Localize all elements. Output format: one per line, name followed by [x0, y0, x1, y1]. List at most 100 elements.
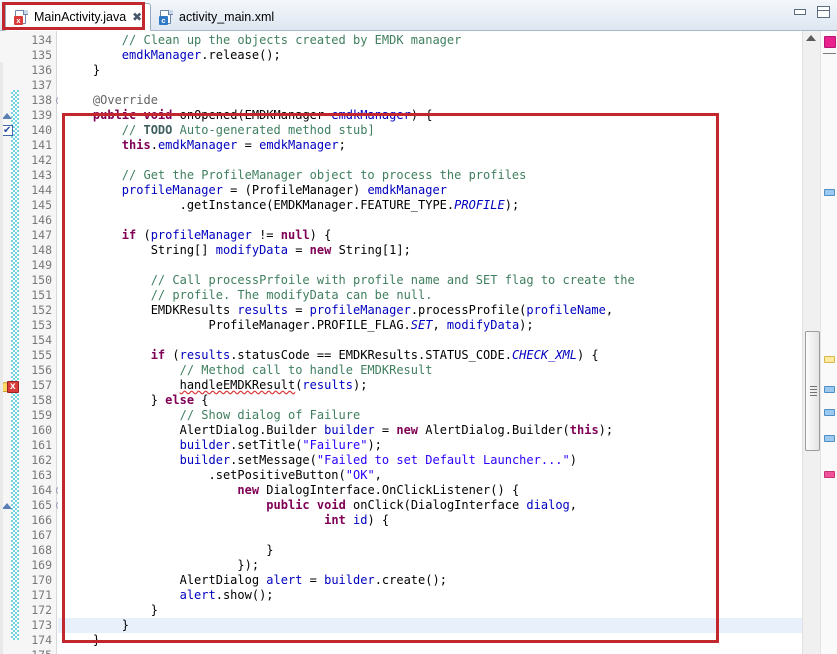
- scrollbar-grip-icon: [810, 386, 817, 396]
- line-number: 168: [0, 543, 56, 558]
- overview-marker-blue[interactable]: [824, 409, 835, 416]
- line-number: 135: [0, 48, 56, 63]
- xml-file-icon: c: [159, 9, 174, 25]
- code-line[interactable]: @Override: [58, 93, 802, 108]
- close-icon[interactable]: ✖: [132, 11, 142, 23]
- overview-marker-blue[interactable]: [824, 189, 835, 196]
- code-line[interactable]: // Get the ProfileManager object to proc…: [58, 168, 802, 183]
- overview-marker-pink[interactable]: [824, 471, 835, 478]
- line-number: 172: [0, 603, 56, 618]
- code-line[interactable]: [58, 528, 802, 543]
- line-number: 159: [0, 408, 56, 423]
- code-line[interactable]: // Show dialog of Failure: [58, 408, 802, 423]
- code-line[interactable]: }: [58, 618, 802, 633]
- code-line[interactable]: handleEMDKResult(results);: [58, 378, 802, 393]
- code-editor: 1341351361371381391401411421431441451461…: [0, 31, 837, 654]
- code-line[interactable]: [58, 78, 802, 93]
- code-line[interactable]: // TODO Auto-generated method stub]: [58, 123, 802, 138]
- code-line[interactable]: // profile. The modifyData can be null.: [58, 288, 802, 303]
- java-file-badge: x: [14, 16, 23, 25]
- code-line[interactable]: .setPositiveButton("OK",: [58, 468, 802, 483]
- line-number-ruler: 1341351361371381391401411421431441451461…: [0, 31, 56, 654]
- line-number: 171: [0, 588, 56, 603]
- code-line[interactable]: [58, 213, 802, 228]
- scrollbar-thumb[interactable]: [805, 331, 820, 451]
- line-number: 155: [0, 348, 56, 363]
- code-pane[interactable]: // Clean up the objects created by EMDK …: [58, 31, 802, 654]
- tab-label-mainactivity: MainActivity.java: [34, 10, 126, 24]
- code-line[interactable]: [58, 258, 802, 273]
- code-line[interactable]: builder.setMessage("Failed to set Defaul…: [58, 453, 802, 468]
- tab-activity-main-xml[interactable]: c activity_main.xml: [150, 3, 289, 31]
- code-line[interactable]: }: [58, 603, 802, 618]
- minimize-icon[interactable]: [793, 6, 808, 19]
- line-number: 156: [0, 363, 56, 378]
- code-line[interactable]: });: [58, 558, 802, 573]
- code-line[interactable]: new DialogInterface.OnClickListener() {: [58, 483, 802, 498]
- line-number: 162: [0, 453, 56, 468]
- line-number: 165: [0, 498, 56, 513]
- override-marker-icon: [2, 113, 12, 119]
- code-line[interactable]: this.emdkManager = emdkManager;: [58, 138, 802, 153]
- window-controls: [793, 6, 831, 19]
- line-number: 164: [0, 483, 56, 498]
- line-number: 161: [0, 438, 56, 453]
- code-line[interactable]: public void onOpened(EMDKManager emdkMan…: [58, 108, 802, 123]
- code-line[interactable]: String[] modifyData = new String[1];: [58, 243, 802, 258]
- line-number: 134: [0, 33, 56, 48]
- scroll-up-arrow-icon[interactable]: [806, 35, 816, 41]
- code-line[interactable]: AlertDialog alert = builder.create();: [58, 573, 802, 588]
- code-line[interactable]: ProfileManager.PROFILE_FLAG.SET, modifyD…: [58, 318, 802, 333]
- line-number: 148: [0, 243, 56, 258]
- code-line[interactable]: }: [58, 63, 802, 78]
- code-line[interactable]: // Clean up the objects created by EMDK …: [58, 33, 802, 48]
- tab-mainactivity-java[interactable]: x MainActivity.java ✖: [5, 3, 151, 31]
- line-number: 163: [0, 468, 56, 483]
- code-line[interactable]: [58, 648, 802, 654]
- line-number: 144: [0, 183, 56, 198]
- line-number: 174: [0, 633, 56, 648]
- code-line[interactable]: int id) {: [58, 513, 802, 528]
- line-number: 151: [0, 288, 56, 303]
- maximize-icon[interactable]: [816, 6, 831, 19]
- line-number: 145: [0, 198, 56, 213]
- code-line[interactable]: public void onClick(DialogInterface dial…: [58, 498, 802, 513]
- line-number: 154: [0, 333, 56, 348]
- code-line[interactable]: if (profileManager != null) {: [58, 228, 802, 243]
- code-line[interactable]: .getInstance(EMDKManager.FEATURE_TYPE.PR…: [58, 198, 802, 213]
- code-line[interactable]: emdkManager.release();: [58, 48, 802, 63]
- line-number: 175: [0, 648, 56, 654]
- line-number: 153: [0, 318, 56, 333]
- code-line[interactable]: builder.setTitle("Failure");: [58, 438, 802, 453]
- editor-gutter[interactable]: 1341351361371381391401411421431441451461…: [0, 31, 57, 654]
- code-line[interactable]: } else {: [58, 393, 802, 408]
- code-line[interactable]: // Call processPrfoile with profile name…: [58, 273, 802, 288]
- line-number: 167: [0, 528, 56, 543]
- line-number: 170: [0, 573, 56, 588]
- xml-file-badge: c: [159, 16, 168, 25]
- line-number: 160: [0, 423, 56, 438]
- line-number: 150: [0, 273, 56, 288]
- code-line[interactable]: [58, 153, 802, 168]
- code-line[interactable]: AlertDialog.Builder builder = new AlertD…: [58, 423, 802, 438]
- code-line[interactable]: }: [58, 543, 802, 558]
- overview-marker-blue[interactable]: [824, 386, 835, 393]
- overview-marker-yellow[interactable]: [824, 356, 835, 363]
- overview-ruler[interactable]: [820, 31, 837, 654]
- vertical-scrollbar[interactable]: [802, 31, 820, 654]
- code-line[interactable]: EMDKResults results = profileManager.pro…: [58, 303, 802, 318]
- code-line[interactable]: alert.show();: [58, 588, 802, 603]
- line-number: 158: [0, 393, 56, 408]
- code-line[interactable]: [58, 333, 802, 348]
- overview-marker-magenta[interactable]: [824, 36, 836, 48]
- overview-marker-blue[interactable]: [824, 435, 835, 442]
- code-line[interactable]: }: [58, 633, 802, 648]
- error-marker-icon[interactable]: [7, 381, 19, 393]
- code-line[interactable]: if (results.statusCode == EMDKResults.ST…: [58, 348, 802, 363]
- line-number: 166: [0, 513, 56, 528]
- tab-label-activity-main: activity_main.xml: [179, 10, 274, 24]
- code-line[interactable]: profileManager = (ProfileManager) emdkMa…: [58, 183, 802, 198]
- code-text: // Clean up the objects created by EMDK …: [58, 33, 802, 654]
- code-line[interactable]: // Method call to handle EMDKResult: [58, 363, 802, 378]
- overview-separator: [823, 53, 836, 54]
